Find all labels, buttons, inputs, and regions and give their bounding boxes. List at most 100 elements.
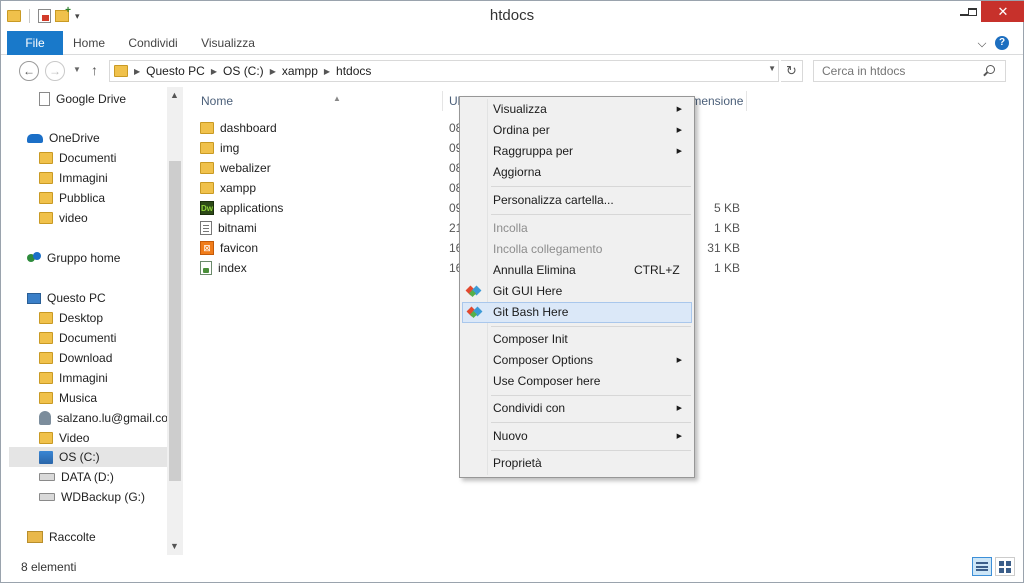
search-icon[interactable] bbox=[986, 65, 995, 74]
menu-item-condividi-con[interactable]: Condividi con ▶ bbox=[462, 398, 692, 419]
nav-item-video[interactable]: video bbox=[39, 208, 88, 228]
dreamweaver-icon: Dw bbox=[200, 201, 214, 215]
expand-ribbon-icon[interactable] bbox=[977, 38, 987, 48]
close-icon: ✕ bbox=[997, 3, 1009, 19]
nav-item-user[interactable]: salzano.lu@gmail.com bbox=[39, 408, 167, 428]
nav-item-label: salzano.lu@gmail.com bbox=[57, 411, 167, 425]
breadcrumb-os-c[interactable]: OS (C:) bbox=[223, 64, 264, 78]
file-size: 31 KB bbox=[707, 241, 740, 255]
nav-item-desktop[interactable]: Desktop bbox=[39, 308, 103, 328]
file-size: 1 KB bbox=[713, 261, 740, 275]
address-bar[interactable]: ▶ Questo PC ▶ OS (C:) ▶ xampp ▶ htdocs ▼ bbox=[109, 60, 779, 82]
nav-item-immagini[interactable]: Immagini bbox=[39, 168, 108, 188]
folder-icon bbox=[39, 312, 53, 324]
menu-item-nuovo[interactable]: Nuovo ▶ bbox=[462, 426, 692, 447]
breadcrumb-xampp[interactable]: xampp bbox=[282, 64, 318, 78]
address-dropdown-icon[interactable]: ▼ bbox=[768, 64, 776, 73]
homegroup-icon bbox=[27, 252, 41, 264]
menu-item-incolla[interactable]: Incolla bbox=[462, 218, 692, 239]
menu-item-use-composer-here[interactable]: Use Composer here bbox=[462, 371, 692, 392]
breadcrumb-htdocs[interactable]: htdocs bbox=[336, 64, 371, 78]
menu-item-label: Raggruppa per bbox=[493, 144, 574, 158]
nav-item-data-d[interactable]: DATA (D:) bbox=[39, 467, 114, 487]
file-size: 1 KB bbox=[713, 221, 740, 235]
breadcrumb-separator-icon[interactable]: ▶ bbox=[270, 67, 276, 76]
libraries-icon bbox=[27, 531, 43, 543]
nav-item-wdbackup-g[interactable]: WDBackup (G:) bbox=[39, 487, 145, 507]
scroll-up-icon[interactable]: ▲ bbox=[170, 90, 179, 100]
menu-item-aggiorna[interactable]: Aggiorna bbox=[462, 162, 692, 183]
nav-item-os-c[interactable]: OS (C:) bbox=[9, 447, 167, 467]
menu-item-proprieta[interactable]: Proprietà bbox=[462, 453, 692, 474]
nav-item-documenti[interactable]: Documenti bbox=[39, 148, 116, 168]
recent-locations-icon[interactable]: ▼ bbox=[73, 65, 81, 74]
breadcrumb-questo-pc[interactable]: Questo PC bbox=[146, 64, 205, 78]
back-button[interactable]: ← bbox=[19, 61, 39, 81]
file-name: xampp bbox=[220, 181, 257, 195]
tab-condividi[interactable]: Condividi bbox=[119, 31, 187, 55]
user-icon bbox=[39, 411, 51, 425]
nav-item-raccolte[interactable]: Raccolte bbox=[27, 527, 96, 547]
explorer-window: ▾ htdocs ✕ File Home Condividi Visualizz… bbox=[0, 0, 1024, 583]
context-menu: Visualizza ▶ Ordina per ▶ Raggruppa per ▶ A… bbox=[459, 96, 695, 478]
nav-item-label: video bbox=[59, 211, 88, 225]
search-input[interactable] bbox=[813, 60, 1006, 82]
menu-item-label: Composer Init bbox=[493, 332, 568, 346]
menu-item-label: Ordina per bbox=[493, 123, 550, 137]
folder-icon bbox=[200, 162, 214, 174]
nav-item-google-drive[interactable]: Google Drive bbox=[39, 89, 126, 109]
menu-item-ordina-per[interactable]: Ordina per ▶ bbox=[462, 120, 692, 141]
nav-item-download[interactable]: Download bbox=[39, 348, 112, 368]
details-view-button[interactable] bbox=[972, 557, 992, 576]
file-name: bitnami bbox=[218, 221, 257, 235]
menu-separator bbox=[491, 422, 691, 423]
nav-item-label: Desktop bbox=[59, 311, 104, 325]
tab-visualizza[interactable]: Visualizza bbox=[197, 31, 259, 55]
column-divider[interactable] bbox=[442, 91, 443, 111]
menu-item-incolla-collegamento[interactable]: Incolla collegamento bbox=[462, 239, 692, 260]
menu-item-raggruppa-per[interactable]: Raggruppa per ▶ bbox=[462, 141, 692, 162]
folder-icon bbox=[39, 152, 53, 164]
menu-item-git-bash-here[interactable]: Git Bash Here bbox=[462, 302, 692, 323]
nav-scrollbar-thumb[interactable] bbox=[169, 161, 181, 481]
help-icon[interactable]: ? bbox=[995, 36, 1009, 50]
folder-icon bbox=[39, 192, 53, 204]
menu-item-label: Git Bash Here bbox=[493, 305, 569, 319]
tab-home[interactable]: Home bbox=[67, 31, 111, 55]
nav-item-musica[interactable]: Musica bbox=[39, 388, 97, 408]
nav-item-immagini-pc[interactable]: Immagini bbox=[39, 368, 108, 388]
menu-item-label: Use Composer here bbox=[493, 374, 601, 388]
file-size: 5 KB bbox=[713, 201, 740, 215]
up-arrow-icon[interactable]: ↑ bbox=[91, 62, 98, 78]
doc-icon bbox=[39, 92, 50, 106]
menu-item-git-gui-here[interactable]: Git GUI Here bbox=[462, 281, 692, 302]
submenu-arrow-icon: ▶ bbox=[676, 148, 682, 155]
nav-item-questo-pc[interactable]: Questo PC bbox=[27, 288, 106, 308]
breadcrumb-separator-icon[interactable]: ▶ bbox=[211, 67, 217, 76]
breadcrumb-separator-icon[interactable]: ▶ bbox=[324, 67, 330, 76]
menu-item-visualizza[interactable]: Visualizza ▶ bbox=[462, 99, 692, 120]
folder-icon bbox=[39, 172, 53, 184]
breadcrumb-separator-icon[interactable]: ▶ bbox=[134, 67, 140, 76]
menu-item-personalizza-cartella[interactable]: Personalizza cartella... bbox=[462, 190, 692, 211]
refresh-icon: ↻ bbox=[786, 63, 797, 78]
refresh-button[interactable]: ↻ bbox=[781, 60, 803, 82]
menu-item-composer-options[interactable]: Composer Options ▶ bbox=[462, 350, 692, 371]
forward-arrow-icon: → bbox=[49, 64, 61, 78]
status-bar: 8 elementi bbox=[1, 555, 1023, 582]
scroll-down-icon[interactable]: ▼ bbox=[170, 541, 179, 551]
close-button[interactable]: ✕ bbox=[981, 1, 1024, 22]
large-icons-view-button[interactable] bbox=[995, 557, 1015, 576]
forward-button[interactable]: → bbox=[45, 61, 65, 81]
menu-item-composer-init[interactable]: Composer Init bbox=[462, 329, 692, 350]
nav-item-gruppo-home[interactable]: Gruppo home bbox=[27, 248, 120, 268]
menu-item-annulla-elimina[interactable]: Annulla Elimina CTRL+Z bbox=[462, 260, 692, 281]
nav-item-onedrive[interactable]: OneDrive bbox=[27, 128, 100, 148]
tab-file[interactable]: File bbox=[7, 31, 63, 55]
column-header-name[interactable]: Nome ▲ bbox=[201, 94, 341, 110]
nav-item-documenti-pc[interactable]: Documenti bbox=[39, 328, 116, 348]
nav-item-pubblica[interactable]: Pubblica bbox=[39, 188, 105, 208]
column-divider[interactable] bbox=[746, 91, 747, 111]
menu-separator bbox=[491, 326, 691, 327]
nav-item-video-pc[interactable]: Video bbox=[39, 428, 89, 448]
